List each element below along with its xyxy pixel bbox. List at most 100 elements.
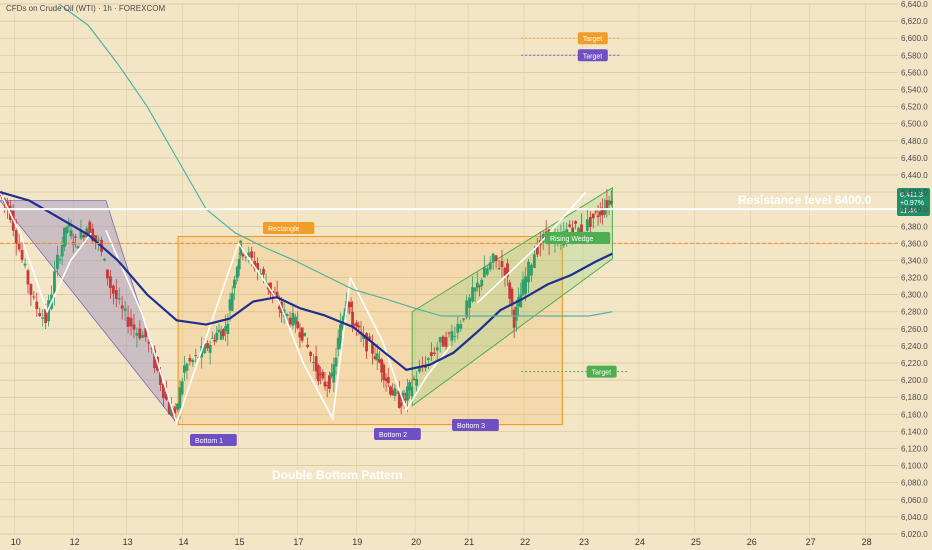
candle-body <box>114 290 118 299</box>
y-tick-label: 6,420.0 <box>901 188 928 197</box>
candle-body <box>432 352 436 354</box>
candle-body <box>194 355 198 357</box>
x-tick-label: 21 <box>464 537 474 547</box>
y-tick-label: 6,180.0 <box>901 393 928 402</box>
candle-body <box>527 261 530 283</box>
candle-body <box>494 255 498 262</box>
x-tick-label: 27 <box>806 537 816 547</box>
x-tick-label: 14 <box>179 537 189 547</box>
y-tick-label: 6,120.0 <box>901 445 928 454</box>
candle-body <box>532 254 536 268</box>
candle-body <box>241 254 245 257</box>
candle-body <box>32 296 36 298</box>
candle-body <box>206 343 209 349</box>
candle-body <box>147 342 151 344</box>
candle-body <box>226 323 230 334</box>
candle-body <box>97 239 101 241</box>
candle-body <box>334 357 338 367</box>
candle-body <box>568 224 572 227</box>
y-tick-label: 6,380.0 <box>901 222 928 231</box>
y-tick-label: 6,620.0 <box>901 17 928 26</box>
candle-body <box>459 324 463 329</box>
candle-body <box>300 327 304 341</box>
candle-body <box>312 362 315 364</box>
y-tick-label: 6,360.0 <box>901 239 928 248</box>
wedge-label-text: Rising Wedge <box>550 236 594 243</box>
candle-body <box>129 317 133 327</box>
y-tick-label: 6,080.0 <box>901 479 928 488</box>
candle-body <box>132 324 136 330</box>
y-tick-label: 6,580.0 <box>901 51 928 60</box>
rectangle-label-text: Rectangle <box>268 226 300 233</box>
candle-body <box>316 365 320 382</box>
y-tick-label: 6,540.0 <box>901 85 928 94</box>
x-tick-label: 26 <box>747 537 757 547</box>
candle-body <box>438 337 442 343</box>
y-tick-label: 6,340.0 <box>901 256 928 265</box>
candle-body <box>182 365 186 373</box>
y-tick-label: 6,500.0 <box>901 120 928 129</box>
candle-body <box>185 363 189 371</box>
candle-body <box>65 227 69 234</box>
candle-body <box>230 293 234 311</box>
x-tick-label: 23 <box>579 537 589 547</box>
y-tick-label: 6,560.0 <box>901 68 928 77</box>
candle-body <box>585 219 589 231</box>
candle-body <box>480 279 484 287</box>
candle-body <box>514 306 518 321</box>
candle-body <box>56 254 59 269</box>
candle-body <box>213 340 216 342</box>
bottom2-text: Bottom 2 <box>379 432 407 439</box>
candle-body <box>74 236 77 238</box>
x-tick-label: 15 <box>234 537 244 547</box>
price-chart[interactable]: Resistance level 6400.0 Target Target Targe… <box>0 0 932 550</box>
candle-body <box>574 221 578 224</box>
x-tick-label: 12 <box>70 537 80 547</box>
candle-body <box>332 364 336 383</box>
candle-body <box>327 375 331 389</box>
candle-body <box>288 317 292 325</box>
y-tick-label: 6,600.0 <box>901 34 928 43</box>
y-tick-label: 6,280.0 <box>901 308 928 317</box>
candle-body <box>120 305 124 309</box>
candle-body <box>188 358 192 362</box>
x-tick-label: 24 <box>635 537 645 547</box>
candle-body <box>399 402 403 407</box>
bottom3-text: Bottom 3 <box>457 423 485 430</box>
target-label: Target <box>592 370 612 377</box>
candle-body <box>58 259 62 261</box>
candle-body <box>588 217 592 227</box>
candle-body <box>447 332 451 334</box>
y-tick-label: 6,140.0 <box>901 427 928 436</box>
candle-body <box>109 276 112 288</box>
candle-body <box>412 378 416 380</box>
candle-body <box>453 335 457 337</box>
candle-body <box>488 262 492 270</box>
candle-body <box>349 302 353 307</box>
candle-body <box>485 268 489 275</box>
candle-body <box>393 388 397 397</box>
y-tick-label: 6,440.0 <box>901 171 928 180</box>
chart-root: Resistance level 6400.0 Target Target Targe… <box>0 0 932 550</box>
candle-body <box>386 377 390 384</box>
candle-body <box>29 284 33 295</box>
candle-body <box>382 364 386 381</box>
candle-body <box>237 258 241 270</box>
candle-body <box>41 317 45 319</box>
resistance-label: Resistance level 6400.0 <box>738 193 872 207</box>
y-tick-label: 6,480.0 <box>901 137 928 146</box>
candle-body <box>491 253 495 263</box>
y-tick-label: 6,460.0 <box>901 154 928 163</box>
candle-body <box>497 268 501 270</box>
candle-body <box>594 211 598 213</box>
candle-body <box>309 351 313 356</box>
candle-body <box>473 287 477 292</box>
candle-body <box>503 267 507 276</box>
candle-body <box>106 269 109 279</box>
bottom1-text: Bottom 1 <box>195 438 223 445</box>
candle-body <box>415 378 419 386</box>
candle-body <box>357 325 361 328</box>
candle-body <box>591 213 595 219</box>
x-tick-label: 10 <box>11 537 21 547</box>
candle-body <box>410 386 414 396</box>
